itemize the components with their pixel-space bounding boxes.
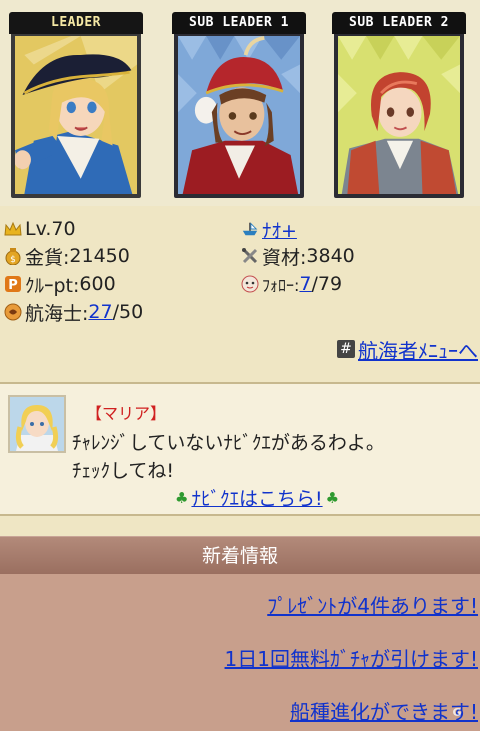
materials-value: 3840 — [306, 245, 355, 267]
leader-portrait — [15, 36, 137, 194]
watermark-logo: G — [452, 706, 462, 719]
sub-leader-2-frame — [334, 32, 464, 198]
svg-text:$: $ — [10, 255, 16, 265]
message-line-1: ﾁｬﾚﾝｼﾞしていないﾅﾋﾞｸｴがあるわよ。 — [72, 432, 385, 454]
crew-p-icon: P — [4, 275, 22, 293]
tools-icon — [241, 247, 259, 265]
crew-pt-stat: P ｸﾙｰpt: 600 — [4, 272, 116, 297]
ship-icon — [241, 220, 259, 238]
sub-leader-2-portrait — [338, 36, 460, 194]
follow-max: /79 — [311, 273, 343, 295]
gold-bag-icon: $ — [4, 247, 22, 265]
navigator-menu-label[interactable]: 航海者ﾒﾆｭｰへ — [358, 335, 478, 364]
sub-leader-1-card[interactable]: SUB LEADER 1 — [172, 12, 306, 198]
advisor-avatar — [8, 395, 66, 453]
gold-value: 21450 — [69, 245, 130, 267]
news-item-present[interactable]: ﾌﾟﾚｾﾞﾝﾄが4件あります! — [267, 590, 478, 619]
level-value: Lv.70 — [25, 218, 76, 240]
navi-quest-label[interactable]: ﾅﾋﾞｸｴはこちら! — [191, 484, 322, 511]
user-name-link[interactable]: ﾅｵ+ — [262, 216, 297, 243]
message-line-2: ﾁｪｯｸしてね! — [72, 460, 175, 482]
svg-text:P: P — [8, 278, 18, 293]
follow-label: ﾌｫﾛｰ: — [262, 276, 300, 295]
hash-icon: # — [337, 340, 355, 358]
follow-stat: ﾌｫﾛｰ: 7 /79 — [241, 272, 342, 296]
clover-icon: ♣ — [175, 488, 189, 507]
crown-icon — [4, 220, 22, 238]
leader-frame — [11, 32, 141, 198]
user-stat: ﾅｵ+ — [241, 216, 297, 243]
news-item-free-gacha[interactable]: 1日1回無料ｶﾞﾁｬが引けます! — [225, 643, 478, 672]
sub-leader-1-tag: SUB LEADER 1 — [172, 12, 306, 34]
leader-panel: LEADER SUB LEADER 1 SUB LEADER 2 — [0, 0, 480, 206]
advisor-message-box: 【マリア】 ﾁｬﾚﾝｼﾞしていないﾅﾋﾞｸｴがあるわよ。 ﾁｪｯｸしてね! ♣ … — [0, 382, 480, 516]
navigator-max: /50 — [112, 301, 144, 323]
news-header: 新着情報 — [0, 536, 480, 574]
status-panel: Lv.70 $ 金貨: 21450 P ｸﾙｰpt: 600 航海士: 27 /… — [0, 206, 480, 374]
leader-card[interactable]: LEADER — [9, 12, 143, 198]
gold-label: 金貨: — [25, 246, 70, 269]
navigator-menu-link[interactable]: # 航海者ﾒﾆｭｰへ — [337, 335, 478, 364]
level-stat: Lv.70 — [4, 217, 76, 241]
materials-label: 資材: — [262, 246, 307, 269]
sub-leader-1-portrait — [178, 36, 300, 194]
materials-stat: 資材: 3840 — [241, 244, 355, 269]
navigator-label: 航海士: — [25, 302, 89, 325]
crew-pt-label: ｸﾙｰpt: — [25, 274, 80, 297]
follow-current-link[interactable]: 7 — [299, 273, 311, 295]
follow-face-icon — [241, 275, 259, 293]
navigator-icon — [4, 303, 22, 321]
sub-leader-2-tag: SUB LEADER 2 — [332, 12, 466, 34]
navi-quest-link[interactable]: ♣ ﾅﾋﾞｸｴはこちら! ♣ — [172, 484, 342, 511]
gold-stat: $ 金貨: 21450 — [4, 244, 130, 269]
sub-leader-1-frame — [174, 32, 304, 198]
news-list: ﾌﾟﾚｾﾞﾝﾄが4件あります! 1日1回無料ｶﾞﾁｬが引けます! 船種進化ができ… — [0, 574, 480, 731]
clover-icon: ♣ — [325, 488, 340, 507]
navigator-stat: 航海士: 27 /50 — [4, 300, 144, 325]
advisor-name: 【マリア】 — [86, 404, 167, 423]
leader-tag: LEADER — [9, 12, 143, 34]
navigator-current-link[interactable]: 27 — [88, 301, 112, 323]
sub-leader-2-card[interactable]: SUB LEADER 2 — [332, 12, 466, 198]
crew-pt-value: 600 — [79, 273, 116, 295]
